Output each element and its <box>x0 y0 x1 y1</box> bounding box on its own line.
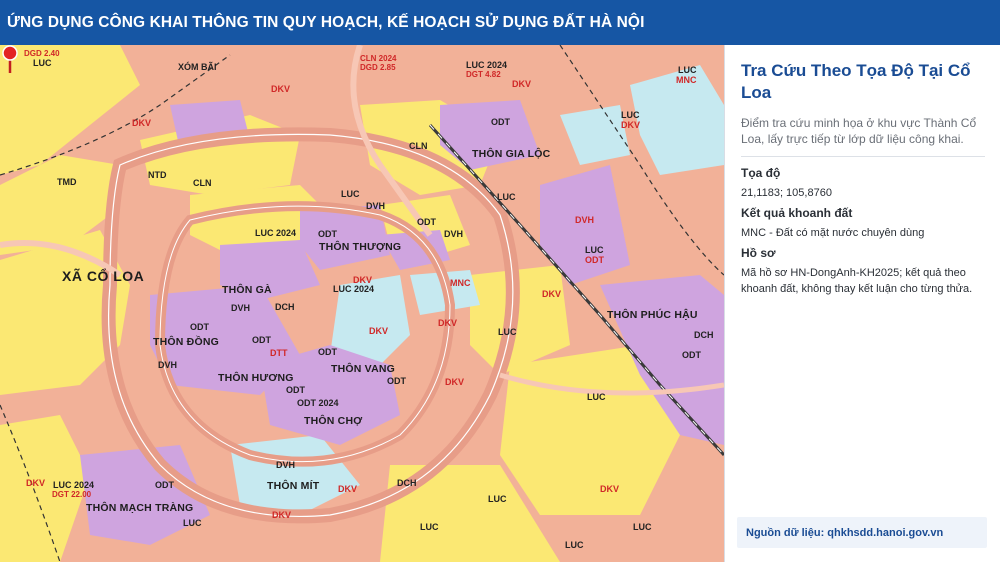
map-label-code: DGT 4.82 <box>466 70 501 79</box>
map-label-hamlet: THÔN GIA LỘC <box>472 148 551 160</box>
map-label-land-use: LUC <box>621 110 640 120</box>
map-label-land-use: DVH <box>158 360 178 370</box>
map-label-land-use: DKV <box>621 120 641 130</box>
map-label-land-use: DVH <box>231 303 251 313</box>
panel-title: Tra Cứu Theo Tọa Độ Tại Cổ Loa <box>741 61 971 102</box>
map-label-land-use: DVH <box>444 229 464 239</box>
map-label-hamlet: THÔN MÍT <box>267 480 320 492</box>
map-label-land-use: LUC <box>497 192 516 202</box>
map-label-land-use: MNC <box>676 75 697 85</box>
map-label-land-use: DKV <box>271 84 291 94</box>
map-label-land-use: LUC <box>183 518 202 528</box>
map-label-land-use: CLN <box>409 141 428 151</box>
field-coordinates: Tọa độ 21,1183; 105,8760 <box>741 166 991 201</box>
field-value: MNC - Đất có mặt nước chuyên dùng <box>741 227 925 239</box>
field-label: Hồ sơ <box>741 246 776 260</box>
app-window: ỨNG DỤNG CÔNG KHAI THÔNG TIN QUY HOẠCH, … <box>0 0 1000 562</box>
map-label-code: CLN 2024 <box>360 54 397 63</box>
planning-map[interactable]: LUC DGD 2.40 XÓM BÃI CLN 2024 DGD 2.85 L… <box>0 45 724 562</box>
map-label-hamlet: THÔN PHÚC HẬU <box>607 309 698 321</box>
map-label-land-use: DKV <box>600 484 620 494</box>
field-value: Mã hồ sơ HN-DongAnh-KH2025; kết quả theo… <box>741 267 973 295</box>
map-label-land-use: ODT <box>682 350 701 360</box>
map-label-land-use: ODT <box>491 117 510 127</box>
map-label-land-use: DVH <box>575 215 595 225</box>
map-label-land-use: ODT <box>318 347 337 357</box>
map-label-land-use: LUC 2024 <box>255 228 297 238</box>
map-label-land-use: ODT 2024 <box>297 398 339 408</box>
map-label-land-use: LUC <box>498 327 517 337</box>
app-header: ỨNG DỤNG CÔNG KHAI THÔNG TIN QUY HOẠCH, … <box>0 0 1000 45</box>
panel-divider <box>741 156 985 157</box>
map-label-land-use: DCH <box>694 330 714 340</box>
map-label-hamlet: THÔN ĐỒNG <box>153 336 219 348</box>
map-label-land-use: LUC 2024 <box>466 60 508 70</box>
map-label-land-use: DKV <box>338 484 358 494</box>
info-panel: Tra Cứu Theo Tọa Độ Tại Cổ Loa Điểm tra … <box>724 45 1000 562</box>
map-label-land-use: DKV <box>445 377 465 387</box>
field-value: 21,1183; 105,8760 <box>741 187 832 199</box>
map-label-land-use: DKV <box>369 326 389 336</box>
map-label-land-use: LUC <box>587 392 606 402</box>
field-label: Tọa độ <box>741 166 781 180</box>
map-label-hamlet: XÓM BÃI <box>178 62 217 72</box>
map-label-land-use: LUC <box>488 494 507 504</box>
map-label-land-use: LUC <box>33 58 52 68</box>
map-label-land-use: LUC <box>420 522 439 532</box>
map-label-hamlet: THÔN HƯƠNG <box>218 372 294 384</box>
map-label-land-use: LUC <box>585 245 604 255</box>
map-label-land-use: DVH <box>276 460 296 470</box>
app-title: ỨNG DỤNG CÔNG KHAI THÔNG TIN QUY HOẠCH, … <box>7 13 645 31</box>
map-label-land-use: DCH <box>275 302 295 312</box>
map-label-code: DGT 22.00 <box>52 490 92 499</box>
map-label-land-use: LUC <box>633 522 652 532</box>
map-label-land-use: ODT <box>155 480 174 490</box>
location-pin-icon[interactable] <box>0 45 20 75</box>
map-label-land-use: CLN <box>193 178 212 188</box>
map-label-code: DGD 2.40 <box>24 49 60 58</box>
map-label-land-use: DVH <box>366 201 386 211</box>
map-label-land-use: TMD <box>57 177 77 187</box>
map-label-land-use: LUC <box>341 189 360 199</box>
map-label-hamlet: THÔN MẠCH TRÀNG <box>86 502 194 514</box>
map-label-land-use: ODT <box>387 376 406 386</box>
map-label-land-use: DTT <box>270 348 288 358</box>
map-label-land-use: MNC <box>450 278 471 288</box>
map-label-land-use: DKV <box>132 118 152 128</box>
map-label-land-use: ODT <box>286 385 305 395</box>
panel-description: Điểm tra cứu minh họa ở khu vực Thành Cổ… <box>741 116 977 146</box>
map-label-land-use: ODT <box>252 335 271 345</box>
map-label-land-use: LUC <box>678 65 697 75</box>
map-label-land-use: DKV <box>542 289 562 299</box>
map-label-land-use: NTD <box>148 170 167 180</box>
map-label-land-use: ODT <box>190 322 209 332</box>
map-label-land-use: DKV <box>512 79 532 89</box>
map-label-land-use: ODT <box>318 229 337 239</box>
map-label-land-use: DKV <box>438 318 458 328</box>
map-label-code: DGD 2.85 <box>360 63 396 72</box>
map-label-commune: XÃ CỔ LOA <box>62 268 145 284</box>
map-label-land-use: DCH <box>397 478 417 488</box>
map-label-land-use: LUC 2024 <box>333 284 375 294</box>
map-label-land-use: ODT <box>417 217 436 227</box>
map-label-hamlet: THÔN GÀ <box>222 284 272 296</box>
field-record: Hồ sơ Mã hồ sơ HN-DongAnh-KH2025; kết qu… <box>741 246 991 297</box>
map-label-land-use: DKV <box>353 275 373 285</box>
map-label-land-use: LUC 2024 <box>53 480 95 490</box>
data-source-link[interactable]: Nguồn dữ liệu: qhkhsdd.hanoi.gov.vn <box>737 517 987 548</box>
map-label-land-use: LUC <box>565 540 584 550</box>
field-parcel-result: Kết quả khoanh đất MNC - Đất có mặt nước… <box>741 206 991 241</box>
map-label-hamlet: THÔN CHỢ <box>304 415 363 427</box>
map-label-land-use: DKV <box>26 478 46 488</box>
map-label-hamlet: THÔN VANG <box>331 363 396 375</box>
map-label-land-use: ODT <box>585 255 604 265</box>
field-label: Kết quả khoanh đất <box>741 206 853 220</box>
map-label-hamlet: THÔN THƯỢNG <box>319 241 402 253</box>
map-label-land-use: DKV <box>272 510 292 520</box>
